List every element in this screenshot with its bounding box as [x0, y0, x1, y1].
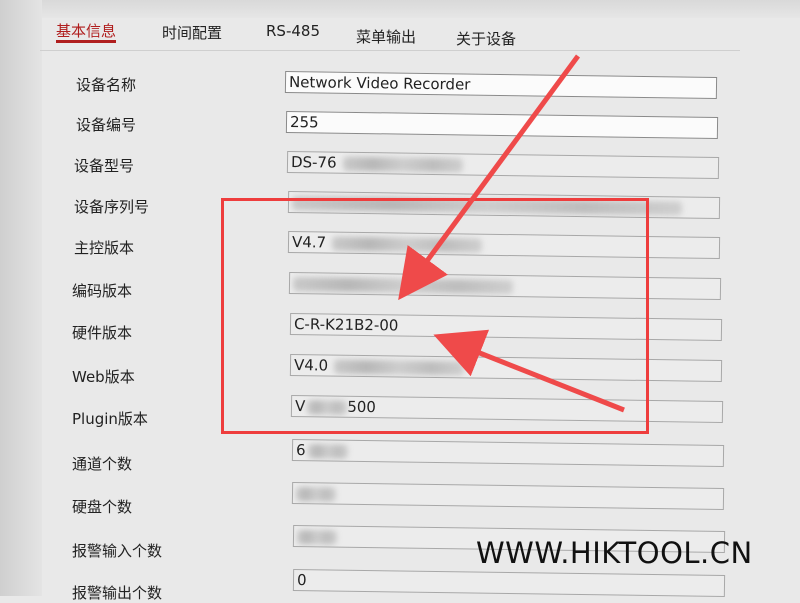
label-hardware-version: 硬件版本	[72, 324, 133, 342]
label-plugin-version: Plugin版本	[72, 410, 148, 428]
device-model-value: DS-76	[290, 153, 337, 172]
tab-about-device[interactable]: 关于设备	[456, 28, 516, 49]
redacted-region	[295, 486, 337, 502]
disks-field	[291, 481, 725, 511]
redacted-region	[342, 156, 463, 172]
label-main-version: 主控版本	[74, 239, 135, 257]
tab-about-device-label: 关于设备	[456, 30, 517, 48]
label-device-no: 设备编号	[76, 116, 137, 134]
device-no-value: 255	[289, 113, 319, 132]
label-device-name: 设备名称	[76, 76, 137, 94]
label-channels: 通道个数	[72, 455, 133, 473]
tab-rs485-label: RS-485	[266, 22, 320, 40]
alarm-out-value: 0	[296, 571, 307, 590]
device-name-value: Network Video Recorder	[288, 73, 471, 94]
monitor-left-shade	[0, 0, 42, 596]
active-tab-indicator	[56, 40, 117, 43]
channels-field: 6	[291, 438, 725, 468]
label-alarm-out: 报警输出个数	[72, 584, 163, 602]
tab-time-config[interactable]: 时间配置	[162, 22, 222, 43]
label-alarm-in: 报警输入个数	[72, 542, 163, 560]
watermark: WWW.HIKTOOL.CN	[476, 536, 753, 570]
tab-menu-output-label: 菜单输出	[356, 28, 417, 46]
tab-menu-output[interactable]: 菜单输出	[356, 26, 416, 47]
channels-value: 6	[295, 441, 306, 460]
label-serial-no: 设备序列号	[74, 198, 150, 216]
tab-rs485[interactable]: RS-485	[266, 22, 320, 40]
alarm-out-field: 0	[292, 568, 726, 598]
highlight-box	[221, 198, 649, 434]
device-name-field[interactable]: Network Video Recorder	[284, 70, 718, 100]
device-no-field[interactable]: 255	[285, 110, 719, 140]
label-encode-version: 编码版本	[72, 282, 133, 300]
tab-bar: 基本信息 时间配置 RS-485 菜单输出 关于设备	[40, 10, 740, 51]
redacted-region	[307, 443, 348, 459]
device-model-field: DS-76	[286, 150, 720, 180]
tab-time-config-label: 时间配置	[162, 24, 223, 42]
tab-basic-info[interactable]: 基本信息	[56, 20, 117, 43]
tab-basic-info-label: 基本信息	[56, 22, 117, 40]
label-device-model: 设备型号	[74, 157, 135, 175]
label-web-version: Web版本	[72, 368, 135, 386]
redacted-region	[296, 529, 338, 545]
label-disks: 硬盘个数	[72, 498, 133, 516]
